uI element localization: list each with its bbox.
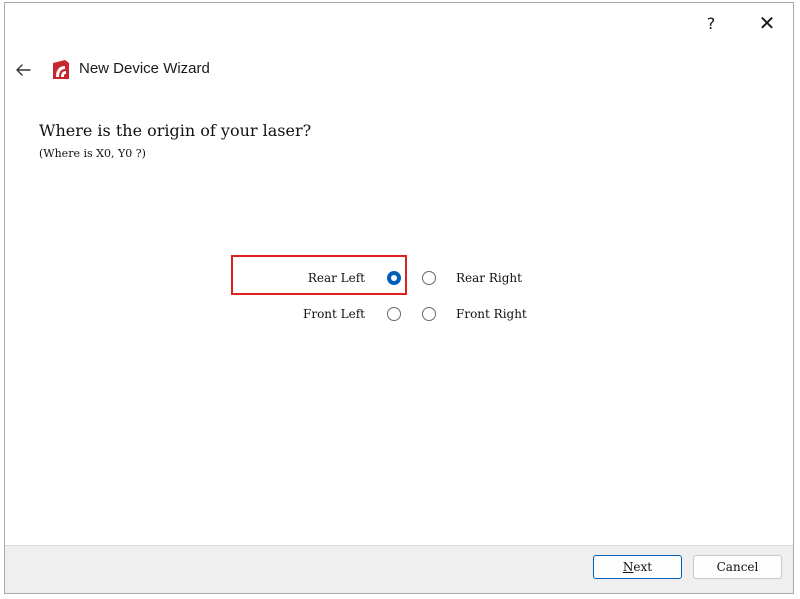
close-button[interactable]: ✕ [753, 10, 781, 36]
option-label-front-right[interactable]: Front Right [456, 306, 527, 322]
option-label-rear-right[interactable]: Rear Right [456, 270, 522, 286]
wizard-title: New Device Wizard [79, 60, 210, 77]
next-mnemonic: N [622, 560, 634, 574]
question-hint: (Where is X0, Y0 ?) [39, 147, 146, 160]
cancel-button[interactable]: Cancel [693, 555, 782, 579]
radio-rear-right[interactable] [422, 271, 436, 285]
back-arrow-icon[interactable] [13, 60, 33, 80]
radio-rear-left[interactable] [387, 271, 401, 285]
radio-front-right[interactable] [422, 307, 436, 321]
question-text: Where is the origin of your laser? [39, 121, 312, 140]
app-logo [51, 59, 71, 81]
wizard-window: ? ✕ New Device Wizard Where is the origi… [4, 2, 794, 594]
next-button[interactable]: Next [593, 555, 682, 579]
radio-front-left[interactable] [387, 307, 401, 321]
option-label-front-left[interactable]: Front Left [245, 306, 365, 322]
help-button[interactable]: ? [697, 10, 725, 36]
option-label-rear-left[interactable]: Rear Left [245, 270, 365, 286]
next-label-rest: ext [633, 560, 653, 574]
